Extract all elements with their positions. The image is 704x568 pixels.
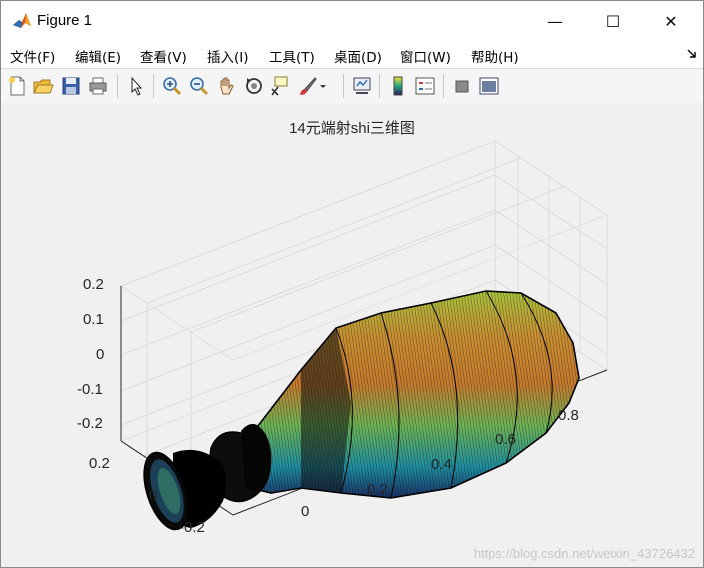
zoom-out-icon[interactable] bbox=[188, 75, 210, 97]
dock-arrow-icon[interactable] bbox=[687, 49, 697, 59]
z-tick-label: -0.2 bbox=[77, 415, 103, 432]
close-icon: ✕ bbox=[664, 11, 678, 31]
minimize-button[interactable]: — bbox=[527, 1, 583, 41]
matlab-logo-icon bbox=[12, 11, 32, 31]
y-tick-label: 0.2 bbox=[89, 455, 110, 472]
x-tick-label: 0.2 bbox=[367, 481, 388, 498]
figure-canvas[interactable]: 14元端射shi三维图 0.2 0.1 0 -0.1 -0.2 0.2 0 -0… bbox=[1, 103, 703, 567]
menu-edit[interactable]: 编辑(E) bbox=[75, 46, 121, 66]
brush-dropdown-icon[interactable] bbox=[318, 75, 328, 97]
z-tick-label: 0 bbox=[96, 346, 105, 363]
menu-help[interactable]: 帮助(H) bbox=[471, 46, 519, 66]
y-tick-label: -0.2 bbox=[179, 519, 205, 536]
x-tick-label: 0 bbox=[301, 503, 310, 520]
title-bar[interactable]: Figure 1 — ☐ ✕ bbox=[1, 1, 703, 41]
show-plot-tools-icon[interactable] bbox=[478, 75, 500, 97]
rotate-3d-icon[interactable] bbox=[243, 75, 265, 97]
menu-desktop[interactable]: 桌面(D) bbox=[334, 46, 382, 66]
minimize-icon: — bbox=[547, 11, 563, 31]
figure-toolbar bbox=[1, 68, 703, 104]
legend-icon[interactable] bbox=[414, 75, 436, 97]
z-tick-label: 0.2 bbox=[83, 276, 104, 293]
toolbar-separator bbox=[343, 74, 344, 98]
brush-icon[interactable] bbox=[297, 75, 319, 97]
toolbar-separator bbox=[443, 74, 444, 98]
print-icon[interactable] bbox=[87, 75, 109, 97]
surface-mesh bbox=[241, 291, 579, 498]
x-tick-label: 0.6 bbox=[495, 431, 516, 448]
z-tick-label: -0.1 bbox=[77, 381, 103, 398]
maximize-button[interactable]: ☐ bbox=[585, 1, 641, 41]
menu-window[interactable]: 窗口(W) bbox=[400, 46, 451, 66]
watermark: https://blog.csdn.net/weixin_43726432 bbox=[473, 546, 695, 561]
select-arrow-icon[interactable] bbox=[125, 75, 147, 97]
link-plot-icon[interactable] bbox=[351, 75, 373, 97]
axes-3d[interactable] bbox=[1, 103, 703, 567]
x-tick-label: 0.8 bbox=[558, 407, 579, 424]
x-tick-label: 0.4 bbox=[431, 456, 452, 473]
pan-hand-icon[interactable] bbox=[215, 75, 237, 97]
menu-tools[interactable]: 工具(T) bbox=[269, 46, 315, 66]
hide-plot-tools-icon[interactable] bbox=[451, 75, 473, 97]
menu-view[interactable]: 查看(V) bbox=[140, 46, 187, 66]
window-title: Figure 1 bbox=[37, 12, 93, 29]
maximize-icon: ☐ bbox=[605, 11, 621, 31]
menu-bar: 文件(F) 编辑(E) 查看(V) 插入(I) 工具(T) 桌面(D) 窗口(W… bbox=[1, 41, 703, 68]
open-file-icon[interactable] bbox=[32, 75, 54, 97]
new-figure-icon[interactable] bbox=[6, 75, 28, 97]
close-button[interactable]: ✕ bbox=[643, 1, 699, 41]
z-tick-label: 0.1 bbox=[83, 311, 104, 328]
toolbar-separator bbox=[153, 74, 154, 98]
data-cursor-icon[interactable] bbox=[269, 75, 291, 97]
colorbar-icon[interactable] bbox=[387, 75, 409, 97]
zoom-in-icon[interactable] bbox=[161, 75, 183, 97]
figure-window: Figure 1 — ☐ ✕ 文件(F) 编辑(E) 查看(V) 插入(I) 工… bbox=[0, 0, 704, 568]
toolbar-separator bbox=[117, 74, 118, 98]
toolbar-separator bbox=[379, 74, 380, 98]
y-tick-label: 0 bbox=[149, 487, 158, 504]
menu-insert[interactable]: 插入(I) bbox=[207, 46, 249, 66]
save-icon[interactable] bbox=[60, 75, 82, 97]
menu-file[interactable]: 文件(F) bbox=[10, 46, 55, 66]
